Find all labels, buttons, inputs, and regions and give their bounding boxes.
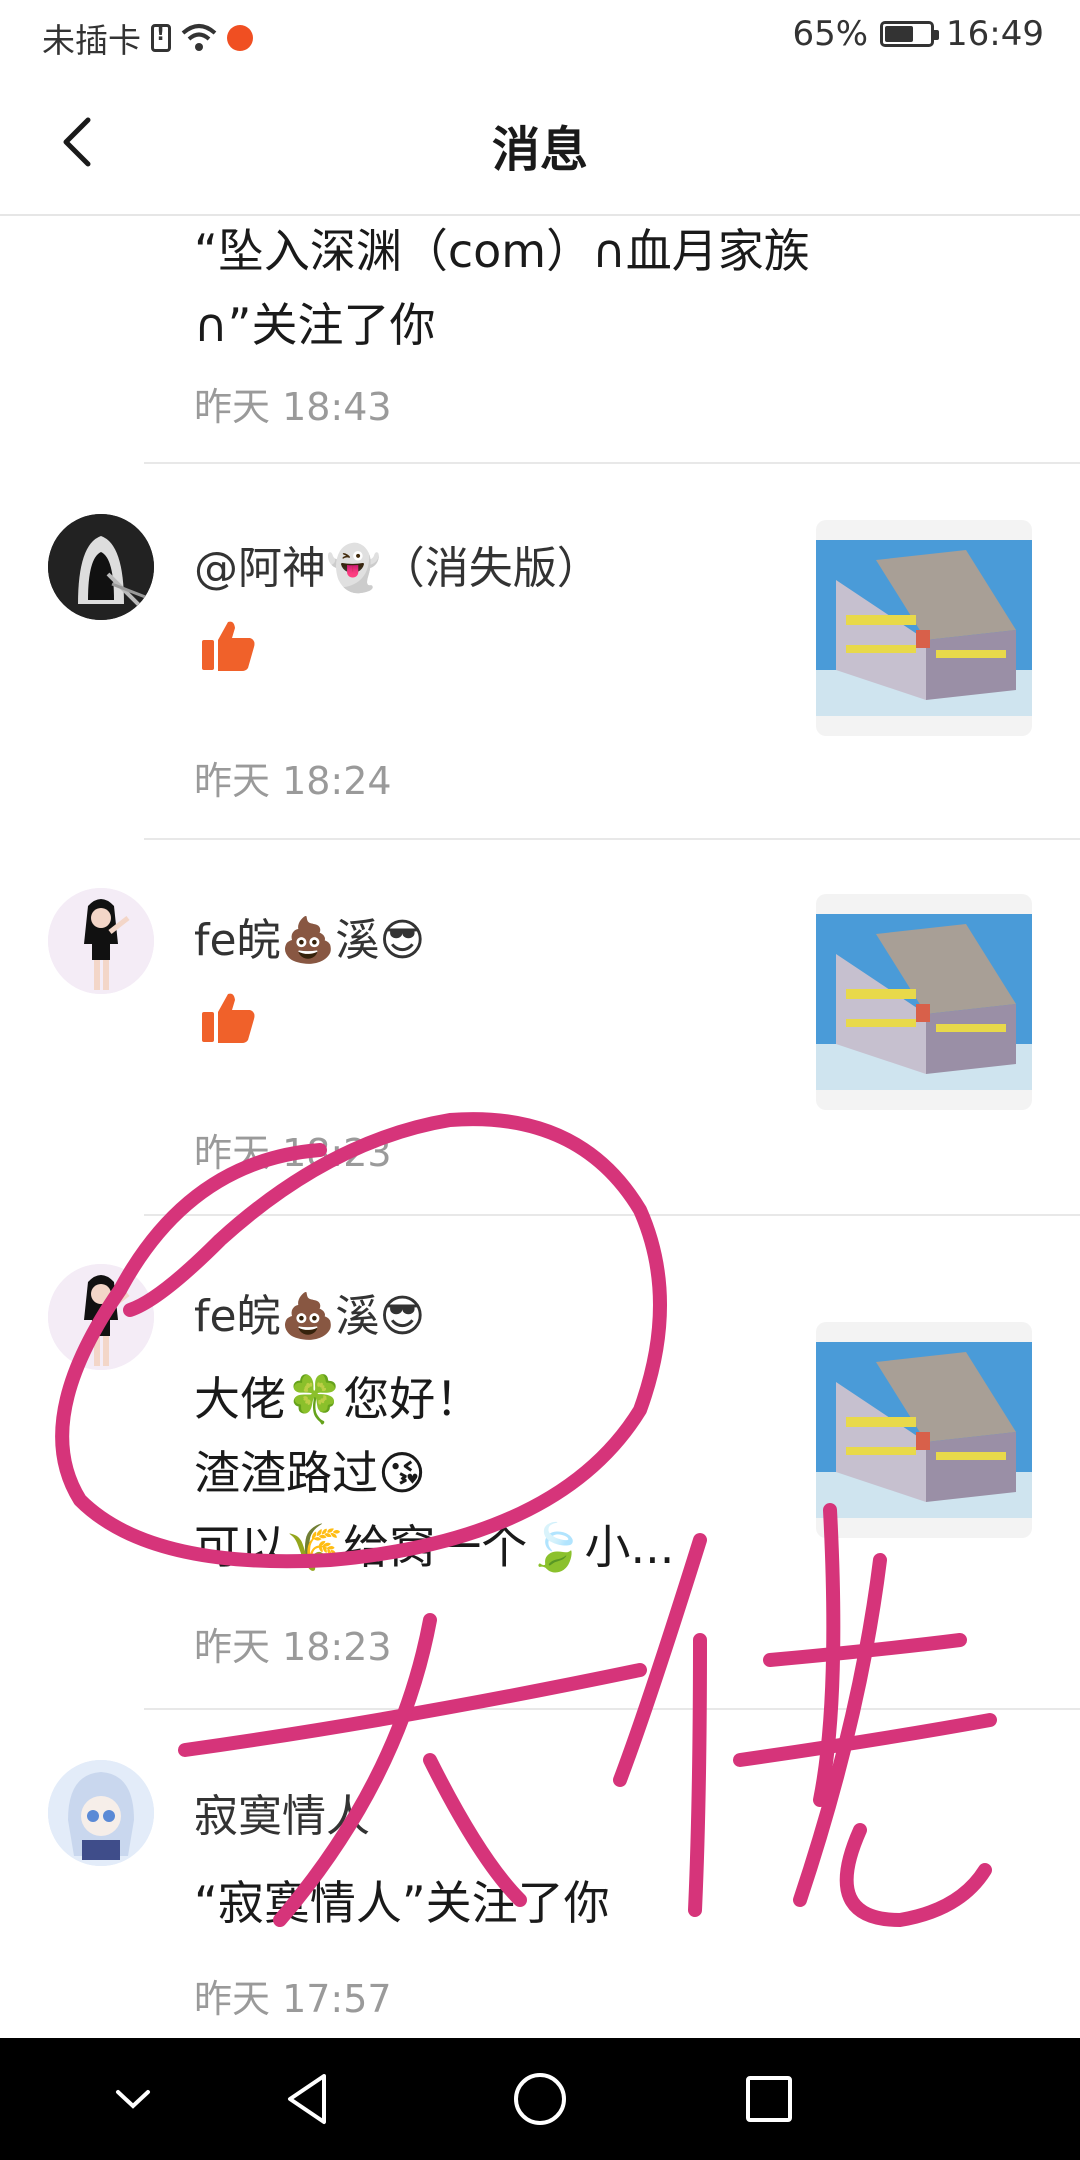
chevron-down-icon[interactable] — [100, 2066, 166, 2132]
battery-icon — [880, 21, 940, 47]
house-thumbnail-image — [816, 540, 1032, 716]
comment-line: 大佬🍀您好！ — [194, 1372, 482, 1426]
page-title: 消息 — [491, 122, 588, 178]
message-time: 昨天 18:24 — [194, 759, 392, 803]
message-time: 昨天 18:23 — [194, 1131, 392, 1175]
comment-line: 渣渣路过😘 — [194, 1446, 426, 1500]
sim-alert-icon — [151, 21, 171, 52]
sender-name[interactable]: @阿神👻（消失版） — [194, 532, 601, 596]
message-content: “寂寞情人”关注了你 — [194, 1876, 610, 1930]
message-content-line: ∩”关注了你 — [194, 298, 436, 352]
sender-name[interactable]: fe皖💩溪😎 — [194, 904, 425, 968]
message-time: 昨天 18:43 — [194, 385, 392, 429]
message-content-line: “坠入深渊（com）∩血月家族 — [194, 224, 810, 278]
list-item[interactable]: 寂寞情人 “寂寞情人”关注了你 昨天 17:57 — [0, 1710, 1080, 2038]
thumbs-up-icon — [202, 993, 255, 1043]
status-bar: 未插卡 65% 16:49 — [0, 0, 1080, 72]
house-thumbnail-image — [816, 1342, 1032, 1518]
sender-name[interactable]: fe皖💩溪😎 — [194, 1280, 425, 1344]
message-time: 昨天 18:23 — [194, 1625, 392, 1669]
comment-content: 大佬🍀您好！ 渣渣路过😘 可以🌾给窝一个🍃小... — [194, 1362, 784, 1584]
post-thumbnail[interactable] — [816, 894, 1032, 1110]
list-item[interactable]: “坠入深渊（com）∩血月家族 ∩”关注了你 昨天 18:43 — [0, 214, 1080, 462]
carrier-label: 未插卡 — [42, 21, 141, 60]
message-time: 昨天 17:57 — [194, 1977, 392, 2021]
sender-name[interactable]: 寂寞情人 — [194, 1780, 370, 1844]
avatar-hooded-figure-icon — [48, 514, 154, 620]
avatar[interactable] — [48, 1760, 154, 1866]
battery-percent: 65% — [792, 14, 869, 54]
comment-line: 可以🌾给窝一个🍃小... — [194, 1520, 675, 1574]
back-triangle-icon[interactable] — [276, 2066, 342, 2132]
status-right: 65% 16:49 — [792, 14, 1044, 54]
post-thumbnail[interactable] — [816, 1322, 1032, 1538]
wifi-icon — [181, 24, 217, 51]
avatar-anime-character-icon — [48, 1760, 154, 1866]
post-thumbnail[interactable] — [816, 520, 1032, 736]
header: 消息 — [0, 72, 1080, 216]
list-item[interactable]: @阿神👻（消失版） 昨天 18:24 — [0, 464, 1080, 838]
system-navigation-bar — [0, 2038, 1080, 2160]
avatar-girl-icon — [48, 888, 154, 994]
avatar[interactable] — [48, 888, 154, 994]
message-list[interactable]: “坠入深渊（com）∩血月家族 ∩”关注了你 昨天 18:43 @阿神👻（消失版… — [0, 214, 1080, 2038]
avatar[interactable] — [48, 514, 154, 620]
app-notification-icon — [227, 25, 253, 51]
home-circle-icon[interactable] — [507, 2066, 573, 2132]
recents-square-icon[interactable] — [736, 2066, 802, 2132]
thumbs-up-icon — [202, 621, 255, 671]
list-item[interactable]: fe皖💩溪😎 昨天 18:23 — [0, 840, 1080, 1214]
message-content: “坠入深渊（com）∩血月家族 ∩”关注了你 — [194, 214, 954, 362]
status-left: 未插卡 — [42, 14, 253, 62]
avatar[interactable] — [48, 1264, 154, 1370]
house-thumbnail-image — [816, 914, 1032, 1090]
list-item[interactable]: fe皖💩溪😎 大佬🍀您好！ 渣渣路过😘 可以🌾给窝一个🍃小... 昨天 18:2… — [0, 1216, 1080, 1708]
avatar-girl-icon — [48, 1264, 154, 1370]
clock: 16:49 — [946, 14, 1044, 54]
